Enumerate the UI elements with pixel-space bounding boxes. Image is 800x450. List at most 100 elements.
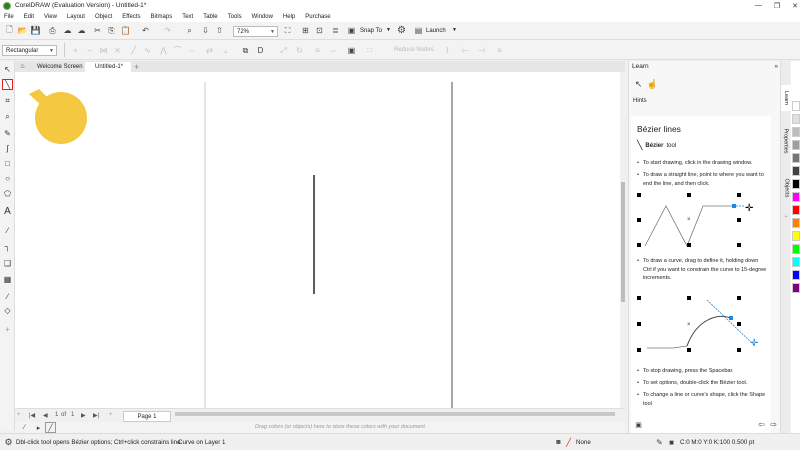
freehand-mode-select[interactable]: Rectangular ▼ — [2, 45, 57, 56]
dock-tab-properties[interactable]: Properties — [781, 121, 791, 161]
menu-object[interactable]: Object — [95, 14, 112, 20]
search-content-icon[interactable]: ⌕ — [184, 25, 195, 36]
snap-to-dropdown[interactable]: Snap To — [360, 28, 382, 34]
connector-tool-icon[interactable]: ┐ — [2, 241, 13, 252]
reduce-nodes-button[interactable]: Reduce Nodes — [394, 47, 434, 53]
eyedropper-icon[interactable]: ∕ — [2, 291, 13, 302]
last-page-button[interactable]: ▶| — [93, 412, 99, 419]
reflect-horizontal-icon[interactable]: ⇔ — [328, 45, 339, 56]
alignment-guides-icon[interactable]: ▣ — [346, 25, 357, 36]
back-arrow-icon[interactable]: ⇦ — [756, 419, 767, 430]
print-icon[interactable]: ⎙ — [47, 25, 58, 36]
curve-smoothness-icon[interactable]: ⌇ — [442, 45, 453, 56]
color-swatch[interactable] — [792, 218, 800, 228]
color-swatch[interactable] — [792, 127, 800, 137]
previous-page-button[interactable]: ◀ — [43, 412, 48, 419]
select-all-nodes-icon[interactable]: ∷ — [364, 45, 375, 56]
forward-arrow-icon[interactable]: ⇨ — [768, 419, 779, 430]
close-curve-icon[interactable]: D — [255, 45, 266, 56]
add-tab-icon[interactable]: + — [131, 61, 142, 72]
break-curve-icon[interactable]: ⨯ — [112, 45, 123, 56]
first-page-button[interactable]: |◀ — [29, 412, 35, 419]
lock-icon[interactable]: ▣ — [633, 419, 644, 430]
copy-icon[interactable]: ⎘ — [106, 25, 117, 36]
close-button[interactable]: ✕ — [792, 2, 798, 10]
color-swatch[interactable] — [792, 166, 800, 176]
smooth-node-icon[interactable]: ⌒ — [172, 45, 183, 56]
zoom-tool-icon[interactable]: ⌕ — [2, 111, 13, 122]
artistic-media-icon[interactable]: ʃ — [2, 143, 13, 154]
to-curve-icon[interactable]: ∿ — [142, 45, 153, 56]
extract-subpath-icon[interactable]: ⧉ — [240, 45, 251, 56]
color-swatch[interactable] — [792, 140, 800, 150]
zoom-level-select[interactable]: 72% ▼ — [233, 26, 278, 37]
add-page-after-button[interactable]: + — [109, 412, 113, 418]
cloud-upload-icon[interactable]: ☁ — [76, 25, 87, 36]
line-end-icon[interactable]: ⊣ — [476, 45, 487, 56]
gear-icon[interactable]: ⚙ — [396, 25, 407, 36]
freehand-tool-icon[interactable]: ✎ — [2, 128, 13, 139]
menu-table[interactable]: Table — [203, 14, 217, 20]
horizontal-scrollbar[interactable] — [175, 412, 615, 416]
ellipse-tool-icon[interactable]: ○ — [2, 173, 13, 184]
maximize-button[interactable]: ❐ — [774, 2, 780, 10]
crop-tool-icon[interactable]: ⌗ — [2, 95, 13, 106]
menu-text[interactable]: Text — [182, 14, 193, 20]
color-swatch[interactable] — [792, 205, 800, 215]
add-node-icon[interactable]: + — [70, 45, 81, 56]
add-page-button[interactable]: + — [17, 412, 21, 418]
dock-tab-learn[interactable]: Learn — [781, 85, 791, 111]
tab-untitled-1[interactable]: Untitled-1* — [85, 62, 131, 72]
open-folder-icon[interactable]: 📂 — [17, 25, 28, 36]
line-start-icon[interactable]: ⊢ — [460, 45, 471, 56]
to-line-icon[interactable]: ╱ — [128, 45, 139, 56]
color-swatch[interactable] — [792, 101, 800, 111]
menu-file[interactable]: File — [4, 14, 14, 20]
rotate-nodes-icon[interactable]: ↻ — [294, 45, 305, 56]
color-swatch[interactable] — [792, 231, 800, 241]
docker-collapse-icon[interactable]: » — [775, 64, 778, 70]
menu-layout[interactable]: Layout — [67, 14, 85, 20]
elastic-mode-icon[interactable]: ▣ — [346, 45, 357, 56]
menu-bitmaps[interactable]: Bitmaps — [151, 14, 173, 20]
new-document-icon[interactable]: 🗋 — [4, 25, 15, 36]
menu-help[interactable]: Help — [283, 14, 295, 20]
menu-edit[interactable]: Edit — [24, 14, 34, 20]
import-icon[interactable]: ⇩ — [200, 25, 211, 36]
color-swatch[interactable] — [792, 270, 800, 280]
polygon-tool-icon[interactable]: ⬠ — [2, 188, 13, 199]
add-docker-icon[interactable]: + — [781, 211, 791, 223]
outline-width-icon[interactable]: ≡ — [494, 45, 505, 56]
grid-icon[interactable]: ⊡ — [314, 25, 325, 36]
text-tool-icon[interactable]: A — [2, 206, 13, 217]
color-swatch[interactable] — [792, 192, 800, 202]
delete-node-icon[interactable]: − — [84, 45, 95, 56]
bezier-tool-icon[interactable]: ╲ — [2, 79, 13, 90]
drop-shadow-icon[interactable]: ❑ — [2, 258, 13, 269]
color-swatch[interactable] — [792, 283, 800, 293]
scroll-thumb[interactable] — [621, 182, 625, 302]
no-color-swatch-icon[interactable]: ╱ — [45, 422, 56, 433]
stretch-nodes-icon[interactable]: ⤢ — [278, 45, 289, 56]
parallel-dimension-icon[interactable]: ∕ — [2, 225, 13, 236]
color-swatch[interactable] — [792, 114, 800, 124]
minimize-button[interactable]: — — [755, 2, 762, 9]
menu-tools[interactable]: Tools — [228, 14, 242, 20]
pick-tool-icon[interactable]: ↖ — [2, 64, 13, 75]
tab-welcome-screen[interactable]: Welcome Screen — [27, 62, 83, 72]
palette-eyedropper-icon[interactable]: ∕ — [19, 422, 30, 433]
undo-icon[interactable]: ↶ — [140, 25, 151, 36]
color-swatch[interactable] — [792, 257, 800, 267]
launch-dropdown[interactable]: Launch — [426, 28, 446, 34]
menu-effects[interactable]: Effects — [122, 14, 140, 20]
export-icon[interactable]: ⇧ — [214, 25, 225, 36]
add-tool-icon[interactable]: + — [2, 324, 13, 335]
cusp-node-icon[interactable]: ⋀ — [158, 45, 169, 56]
rectangle-tool-icon[interactable]: □ — [2, 158, 13, 169]
hand-cursor-icon[interactable]: ☝ — [647, 79, 658, 90]
no-fill-icon[interactable]: ╱ — [563, 437, 574, 448]
redo-icon[interactable]: ↷ — [162, 25, 173, 36]
symmetrical-node-icon[interactable]: ⌢ — [186, 45, 197, 56]
join-nodes-icon[interactable]: ⋈ — [98, 45, 109, 56]
save-icon[interactable]: 💾 — [30, 25, 41, 36]
